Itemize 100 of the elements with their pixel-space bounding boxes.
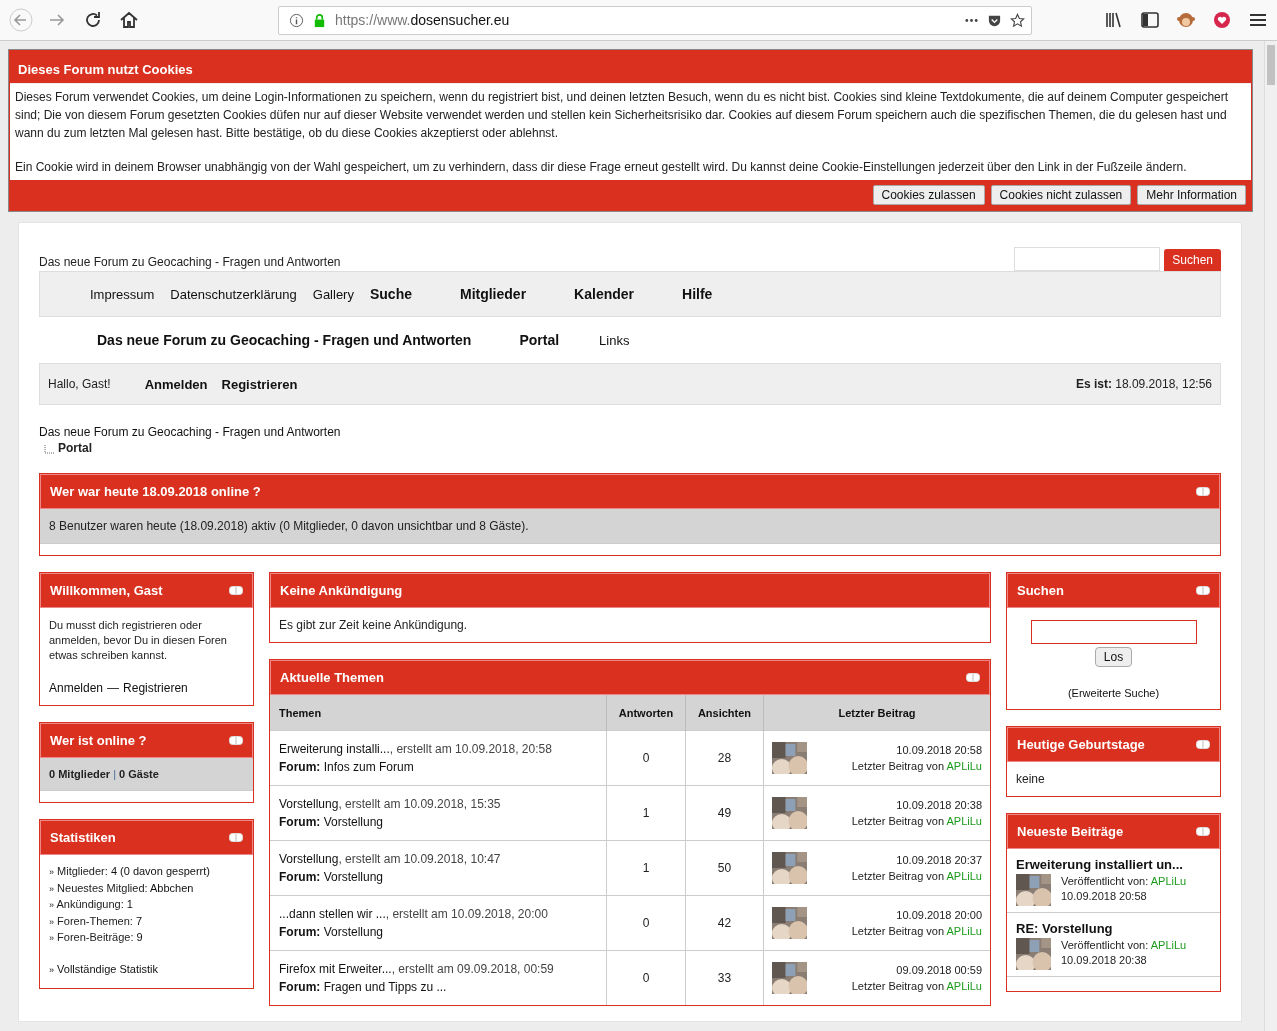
user-link[interactable]: APLiLu <box>946 980 982 992</box>
birthdays-text: keine <box>1016 772 1045 786</box>
collapse-icon[interactable] <box>966 673 980 682</box>
separator: | <box>113 768 117 780</box>
cookie-title: Dieses Forum nutzt Cookies <box>17 61 194 79</box>
forum-link[interactable]: Vorstellung <box>323 925 384 939</box>
table-cell: 42 <box>685 895 764 951</box>
table-cell: 28 <box>685 730 764 786</box>
post-title[interactable]: Erweiterung installiert un... <box>1016 857 1183 872</box>
user-link[interactable]: APLiLu <box>946 815 982 827</box>
login-link[interactable]: Anmelden <box>49 681 104 695</box>
collapse-icon[interactable] <box>1196 487 1210 496</box>
topic-link[interactable]: Firefox mit Erweiter... <box>279 962 392 976</box>
block-title: Neueste Beiträge <box>1017 824 1124 839</box>
welcome-text: Du musst dich registrieren oder anmelden, bevor Du in diesen Foren etwas schreiben kannst. <box>49 618 228 663</box>
url-text: https://www.dosensucher.eu <box>335 12 510 28</box>
search-field[interactable] <box>1030 620 1197 644</box>
last-post-date: 09.09.2018 00:59 <box>896 963 982 978</box>
topic-link[interactable]: ...dann stellen wir ... <box>279 907 386 921</box>
separator: — <box>107 681 120 695</box>
column-header: Ansichten <box>685 695 764 731</box>
column-header: Antworten <box>606 695 686 731</box>
nav-link[interactable]: Datenschutzerklärung <box>170 286 297 302</box>
forum-link[interactable]: Infos zum Forum <box>323 760 414 774</box>
table-cell: 0 <box>606 895 686 951</box>
nav-link[interactable]: Impressum <box>90 286 155 302</box>
statistic-line: » Neuestes Mitglied: Abbchen <box>49 880 195 896</box>
announcement-text: Es gibt zur Zeit keine Ankündigung. <box>279 618 468 632</box>
address-bar[interactable]: https://www.dosensucher.eu <box>278 5 1032 35</box>
cookie-button[interactable]: Cookies nicht zulassen <box>990 185 1132 205</box>
table-cell: 33 <box>685 950 764 1005</box>
block-title: Wer ist online ? <box>50 733 147 748</box>
created-date: , erstellt am 10.09.2018, 20:58 <box>389 742 552 756</box>
collapse-icon[interactable] <box>1196 827 1210 836</box>
advanced-search-link[interactable]: (Erweiterte Suche) <box>1067 687 1160 699</box>
table-cell: 50 <box>685 840 764 896</box>
created-date: , erstellt am 10.09.2018, 20:00 <box>385 907 548 921</box>
post-date: 10.09.2018 20:58 <box>1061 889 1148 904</box>
statistic-line: » Foren-Beiträge: 9 <box>49 930 144 945</box>
collapse-icon[interactable] <box>229 833 243 842</box>
nav-link[interactable]: Suche <box>369 286 412 302</box>
block-title: Keine Ankündigung <box>280 583 403 598</box>
cookie-button[interactable]: Cookies zulassen <box>872 185 985 205</box>
nav-link[interactable]: Das neue Forum zu Geocaching - Fragen und Antworten <box>97 332 472 348</box>
search-button[interactable]: Suchen <box>1164 249 1221 271</box>
nav-link[interactable]: Gallery <box>312 286 354 302</box>
forum-link[interactable]: Fragen und Tipps zu ... <box>323 980 447 994</box>
forum-label: Forum: <box>279 980 321 994</box>
go-button[interactable]: Los <box>1094 647 1133 667</box>
nav-link[interactable]: Links <box>599 332 630 348</box>
forum-label: Forum: <box>279 925 321 939</box>
column-header: Letzter Beitrag <box>763 695 990 731</box>
created-date: , erstellt am 10.09.2018, 10:47 <box>338 852 501 866</box>
forum-label: Forum: <box>279 815 321 829</box>
block-title: Suchen <box>1017 583 1064 598</box>
cookie-text: Dieses Forum verwendet Cookies, um deine Login-Informationen zu speichern, wenn du registriert bist, und deinen letzten Besuch, wenn du es nicht bist. Cookies sind kleine Textdokumente, die auf deinem Computer gespeichert sind; Die von diesem Forum gesetzten Cookies düfen nur auf dieser Website verwendet werden und stellen kein Sicherheitsrisiko dar. Cookies auf diesem Forum speichern auch die spezifischen Themen, die du gelesen hast und wann du zum letzten Mal gelesen hast. Bitte bestätige, ob du diese Cookies akzeptierst oder ablehnst. <box>15 89 1230 142</box>
user-link[interactable]: APLiLu <box>946 925 982 937</box>
statistics-link[interactable]: » Vollständige Statistik <box>49 961 244 978</box>
last-post-date: 10.09.2018 20:58 <box>896 743 982 758</box>
post-title[interactable]: RE: Vorstellung <box>1016 921 1113 936</box>
topic-link[interactable]: Erweiterung installi... <box>279 742 390 756</box>
table-cell: 49 <box>685 785 764 841</box>
scroll-thumb[interactable] <box>1267 45 1275 85</box>
block-title: Heutige Geburtstage <box>1017 737 1145 752</box>
post-author: Veröffentlicht von: APLiLu <box>1061 874 1187 889</box>
user-link[interactable]: APLiLu <box>1150 875 1187 887</box>
nav-link[interactable]: Hilfe <box>682 286 713 302</box>
site-title[interactable]: Das neue Forum zu Geocaching - Fragen und Antworten <box>39 255 341 271</box>
collapse-icon[interactable] <box>229 736 243 745</box>
info-icon[interactable] <box>289 12 304 28</box>
collapse-icon[interactable] <box>1196 740 1210 749</box>
forum-link[interactable]: Vorstellung <box>323 815 384 829</box>
scrollbar[interactable] <box>1264 41 1277 1031</box>
account-link[interactable]: Anmelden <box>144 376 208 392</box>
table-cell: 1 <box>606 840 686 896</box>
forum-link[interactable]: Vorstellung <box>323 870 384 884</box>
statistic-line: » Foren-Themen: 7 <box>49 913 144 929</box>
cookie-text: Ein Cookie wird in deinem Browser unabhängig von der Wahl gespeichert, um zu verhindern, dass dir diese Frage erneut gestellt wird. Du kannst deine Cookie-Einstellungen jederzeit über den Link in der Fußzeile ändern. <box>15 159 1188 176</box>
post-author: Veröffentlicht von: APLiLu <box>1061 938 1187 953</box>
register-link[interactable]: Registrieren <box>123 681 188 695</box>
block-title: Willkommen, Gast <box>50 583 163 598</box>
collapse-icon[interactable] <box>229 586 243 595</box>
user-link[interactable]: APLiLu <box>1150 939 1187 951</box>
account-link[interactable]: Registrieren <box>221 376 298 392</box>
star-icon[interactable] <box>1010 12 1025 28</box>
nav-link[interactable]: Portal <box>519 332 560 348</box>
breadcrumb-link[interactable]: Das neue Forum zu Geocaching - Fragen und Antworten <box>39 425 341 439</box>
nav-link[interactable]: Mitglieder <box>459 286 527 302</box>
block-title: Statistiken <box>50 830 116 845</box>
collapse-icon[interactable] <box>1196 586 1210 595</box>
user-link[interactable]: APLiLu <box>946 870 982 882</box>
lock-icon <box>312 12 327 28</box>
cookie-button[interactable]: Mehr Information <box>1137 185 1246 205</box>
statistic-line: » Ankündigung: 1 <box>49 897 134 912</box>
current-time: Es ist: 18.09.2018, 12:56 <box>1075 377 1212 391</box>
tree-line-icon <box>44 445 54 455</box>
nav-link[interactable]: Kalender <box>574 286 634 302</box>
block-title: Wer war heute 18.09.2018 online ? <box>50 484 261 499</box>
forum-label: Forum: <box>279 870 321 884</box>
user-link[interactable]: APLiLu <box>946 760 982 772</box>
